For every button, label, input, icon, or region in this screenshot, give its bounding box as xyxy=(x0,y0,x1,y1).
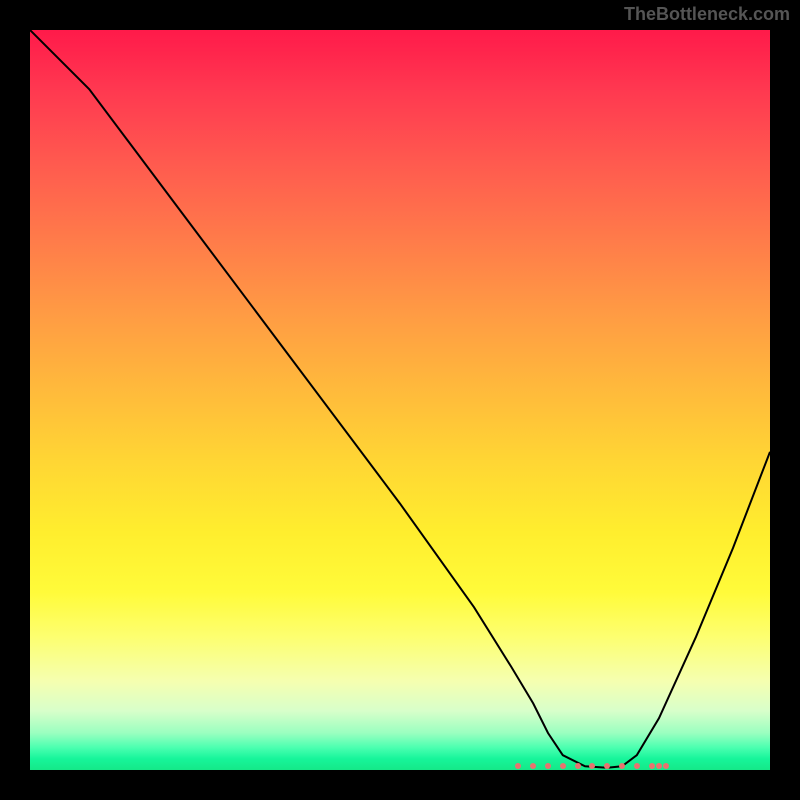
watermark-text: TheBottleneck.com xyxy=(624,4,790,25)
trough-dot xyxy=(649,763,655,769)
curve-line xyxy=(30,30,770,770)
chart-container xyxy=(30,30,770,770)
trough-dot xyxy=(575,763,581,769)
